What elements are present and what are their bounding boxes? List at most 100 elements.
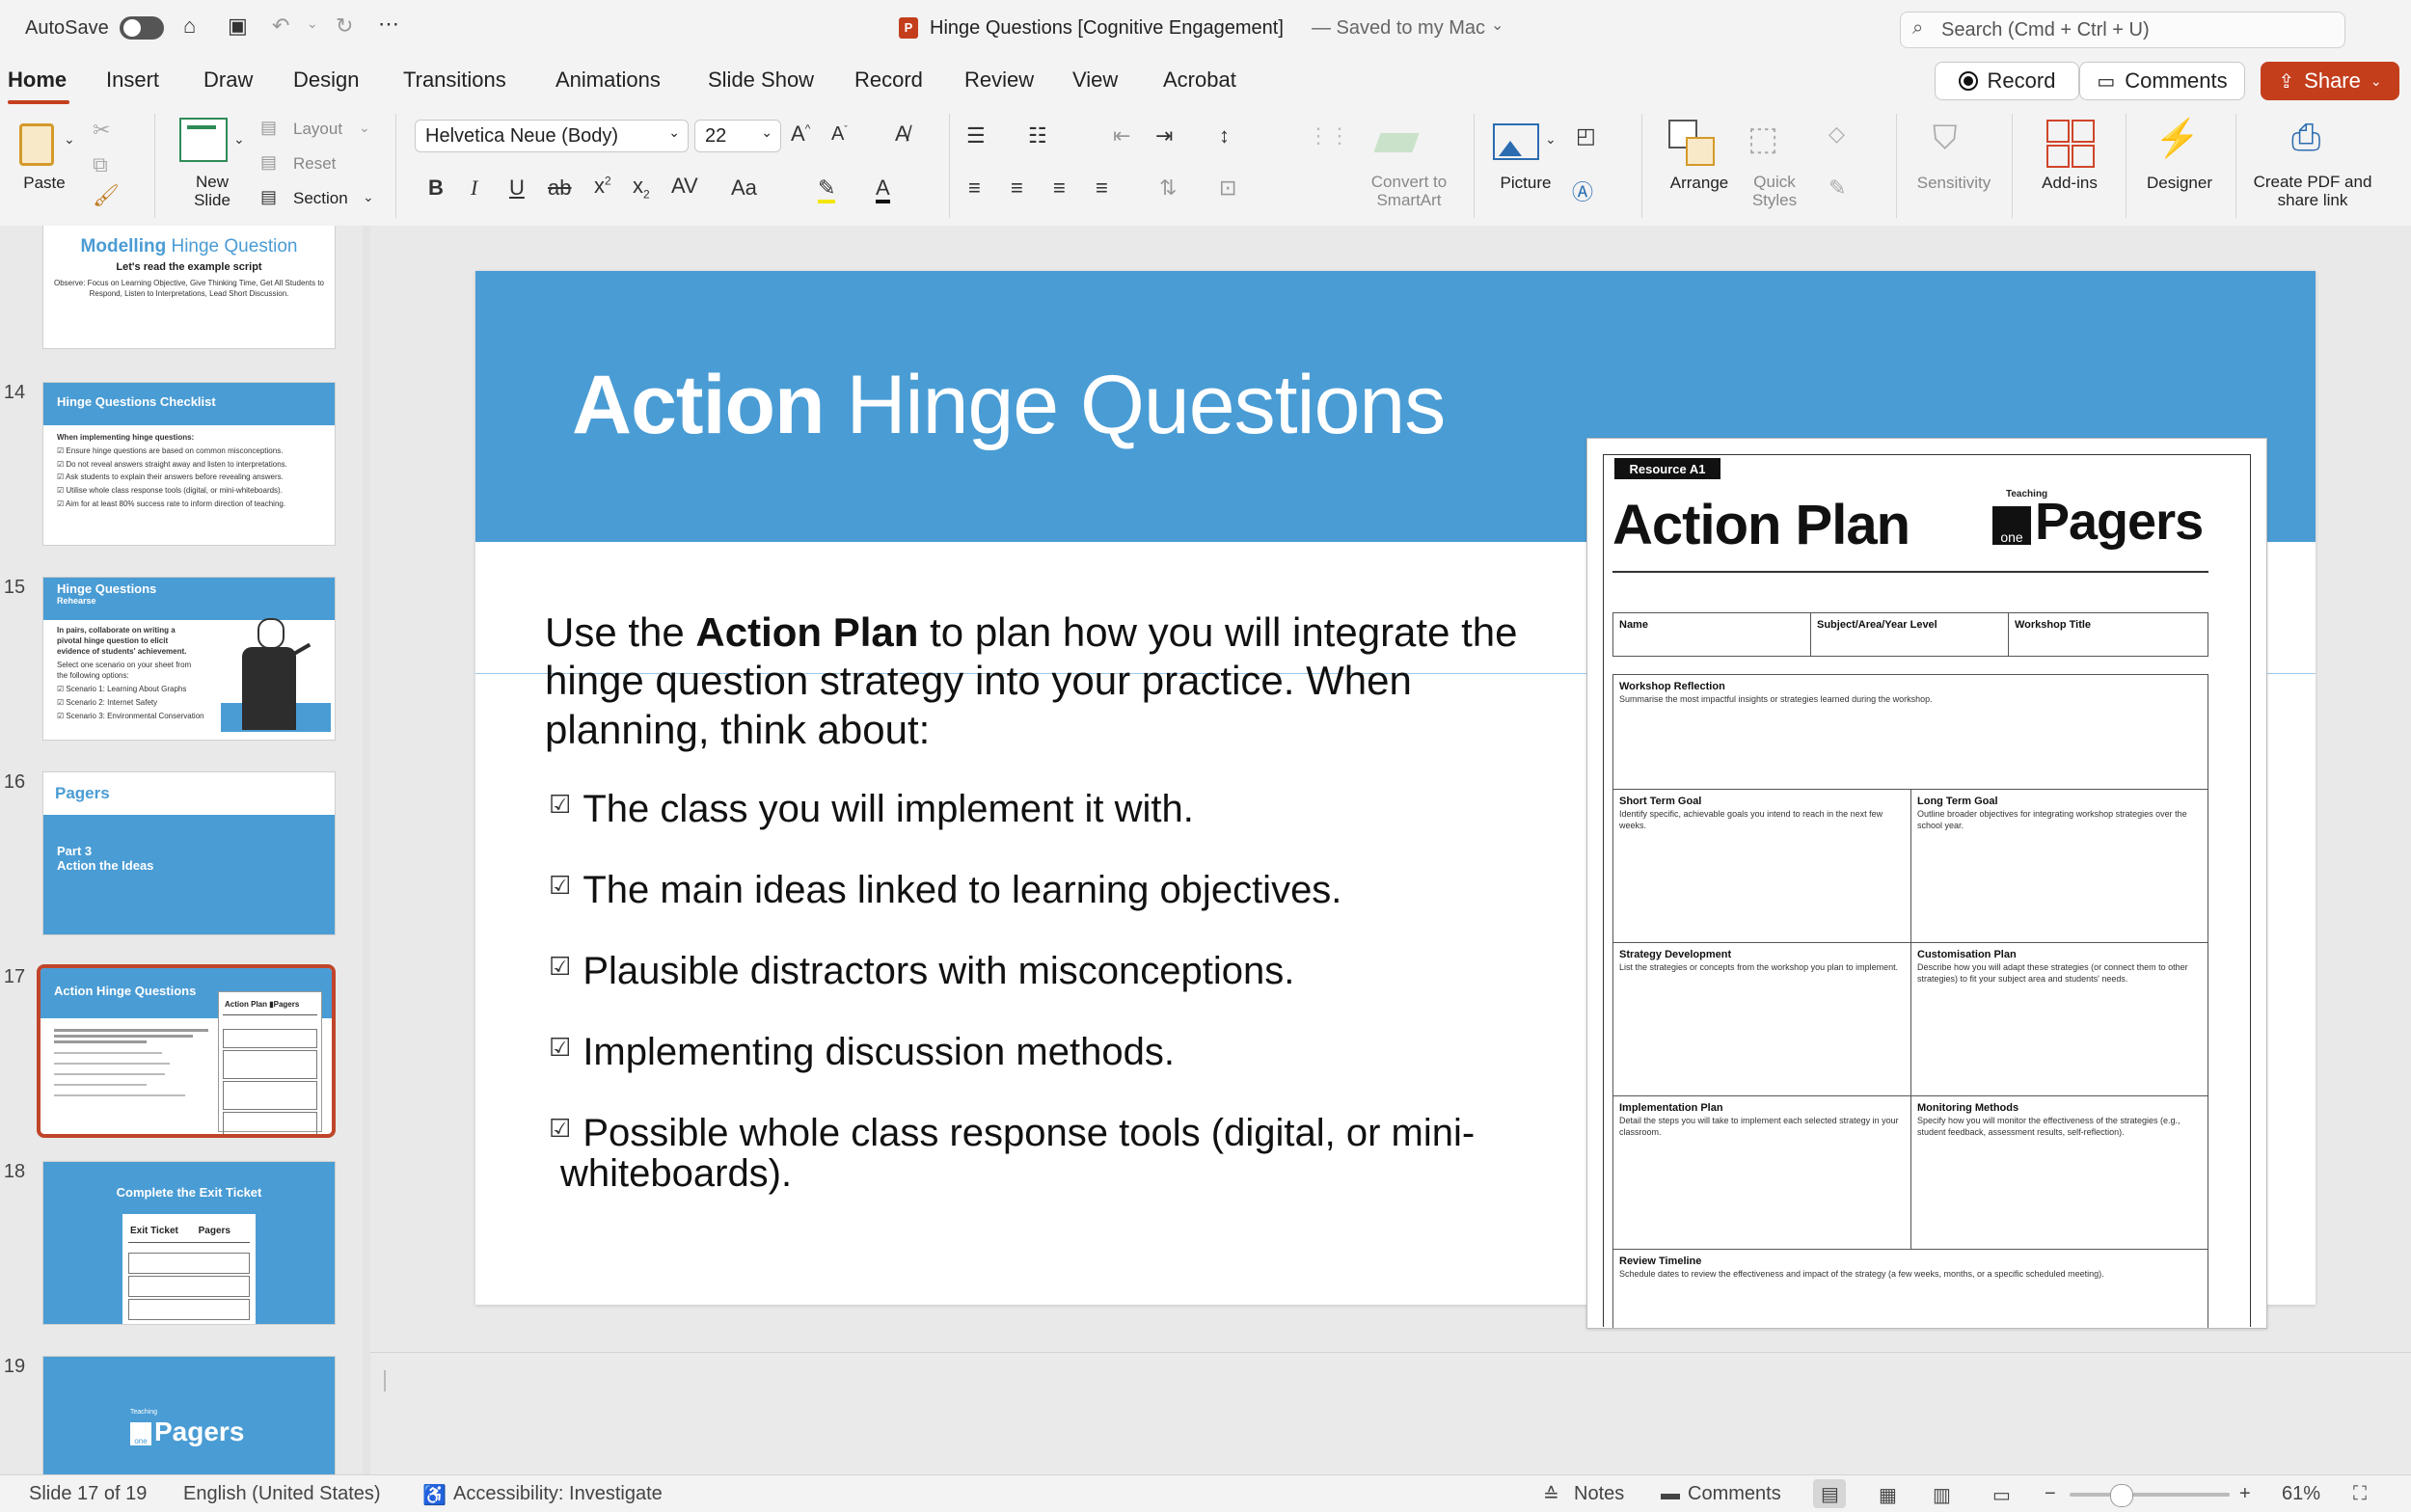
tab-record[interactable]: Record	[854, 68, 923, 93]
picture-icon[interactable]	[1493, 123, 1539, 160]
autosave-toggle[interactable]	[120, 16, 164, 40]
addins-icon[interactable]	[2046, 120, 2095, 168]
tab-draw[interactable]: Draw	[203, 68, 253, 93]
addins-label[interactable]: Add-ins	[2029, 174, 2110, 193]
comments-button[interactable]: ▭ Comments	[2079, 62, 2245, 100]
highlight-icon[interactable]: ✎	[818, 176, 836, 203]
decrease-indent-icon[interactable]: ⇤	[1113, 123, 1130, 148]
shape-outline-icon[interactable]: ✎	[1829, 176, 1846, 201]
slide-thumbnail-19[interactable]: one Pagers Teaching	[42, 1356, 336, 1474]
align-left-icon[interactable]: ≡	[968, 176, 981, 201]
format-painter-icon[interactable]: 🖌	[93, 183, 120, 208]
slide-bullet[interactable]: ☑ The main ideas linked to learning objec…	[549, 869, 1341, 912]
section-icon[interactable]: ▤	[260, 187, 277, 207]
quick-styles-icon[interactable]: ⬚	[1747, 120, 1778, 158]
title-dropdown-icon[interactable]: ⌄	[1491, 15, 1503, 35]
slide-thumbnail-17[interactable]: Action Hinge Questions Action Plan ▮Page…	[37, 964, 336, 1138]
slide-thumbnail-14[interactable]: Hinge Questions Checklist When implement…	[42, 382, 336, 546]
zoom-level[interactable]: 61%	[2282, 1483, 2320, 1505]
designer-icon[interactable]: ⚡	[2154, 118, 2200, 160]
strikethrough-icon[interactable]: ab	[548, 176, 571, 201]
fit-to-window-icon[interactable]: ⛶	[2353, 1483, 2367, 1505]
columns-icon[interactable]: ⋮⋮	[1308, 123, 1350, 148]
accessibility-status[interactable]: Accessibility: Investigate	[453, 1483, 663, 1505]
tab-acrobat[interactable]: Acrobat	[1163, 68, 1236, 93]
action-plan-image[interactable]: Resource A1 Action Plan Teaching one Pag…	[1586, 438, 2267, 1329]
slide-bullet[interactable]: ☑ Plausible distractors with misconceptio…	[549, 950, 1294, 993]
reset-label[interactable]: Reset	[293, 154, 336, 174]
picture-label[interactable]: Picture	[1489, 174, 1562, 193]
section-label[interactable]: Section	[293, 189, 348, 208]
reset-icon[interactable]: ▤	[260, 152, 277, 173]
quick-styles-label[interactable]: Quick Styles	[1736, 173, 1813, 209]
create-pdf-label[interactable]: Create PDF and share link	[2247, 173, 2378, 209]
slide-bullet[interactable]: ☑ Possible whole class response tools (di…	[549, 1112, 1475, 1155]
line-spacing-icon[interactable]: ↕	[1219, 123, 1230, 148]
share-button[interactable]: ⇪ Share ⌄	[2261, 62, 2399, 100]
search-box[interactable]: ⌕ Search (Cmd + Ctrl + U)	[1900, 12, 2345, 48]
arrange-label[interactable]: Arrange	[1661, 174, 1738, 193]
shapes-icon[interactable]: ◰	[1576, 123, 1596, 148]
clear-formatting-icon[interactable]: A̸	[895, 122, 909, 147]
paste-button[interactable]	[14, 118, 60, 172]
picture-dropdown-icon[interactable]: ⌄	[1545, 131, 1557, 148]
comments-icon[interactable]: ▬	[1661, 1483, 1680, 1505]
font-color-icon[interactable]: A	[876, 176, 890, 203]
bold-icon[interactable]: B	[428, 176, 444, 201]
justify-icon[interactable]: ≡	[1096, 176, 1108, 201]
subscript-icon[interactable]: x2	[633, 174, 650, 201]
tab-animations[interactable]: Animations	[555, 68, 661, 93]
zoom-out-icon[interactable]: −	[2045, 1483, 2056, 1505]
change-case-icon[interactable]: Aa	[731, 176, 757, 201]
paste-dropdown-icon[interactable]: ⌄	[64, 131, 75, 148]
tab-insert[interactable]: Insert	[106, 68, 159, 93]
tab-transitions[interactable]: Transitions	[403, 68, 506, 93]
tab-design[interactable]: Design	[293, 68, 359, 93]
notes-pane[interactable]	[370, 1352, 2411, 1475]
align-text-icon[interactable]: ⊡	[1219, 176, 1236, 201]
tab-home[interactable]: Home	[8, 68, 67, 93]
tab-review[interactable]: Review	[964, 68, 1034, 93]
underline-icon[interactable]: U	[509, 176, 525, 201]
increase-indent-icon[interactable]: ⇥	[1155, 123, 1173, 148]
save-icon[interactable]: ▣	[228, 14, 248, 39]
slide-thumbnail-16[interactable]: Pagers Part 3 Action the Ideas	[42, 771, 336, 935]
zoom-in-icon[interactable]: +	[2239, 1483, 2251, 1505]
cut-icon[interactable]: ✂	[93, 118, 110, 143]
notes-button[interactable]: Notes	[1574, 1483, 1624, 1505]
layout-label[interactable]: Layout	[293, 120, 342, 139]
new-slide-dropdown-icon[interactable]: ⌄	[233, 131, 245, 148]
bullets-icon[interactable]: ☰	[966, 123, 986, 148]
slide-thumbnail-panel[interactable]: Modelling Hinge Question Let's read the …	[0, 226, 370, 1474]
language[interactable]: English (United States)	[183, 1483, 381, 1505]
text-direction-icon[interactable]: ⇅	[1159, 176, 1177, 201]
font-name-select[interactable]: Helvetica Neue (Body) ⌄	[415, 120, 689, 152]
normal-view-icon[interactable]: ▤	[1813, 1479, 1846, 1508]
document-title[interactable]: Hinge Questions [Cognitive Engagement]	[930, 17, 1284, 40]
slide-bullet[interactable]: ☑ Implementing discussion methods.	[549, 1031, 1175, 1074]
slide-intro-text[interactable]: Use the Action Plan to plan how you will…	[545, 608, 1529, 754]
superscript-icon[interactable]: x2	[594, 174, 611, 199]
zoom-slider-thumb[interactable]	[2110, 1484, 2133, 1507]
shape-fill-icon[interactable]: ◇	[1829, 122, 1845, 147]
section-dropdown-icon[interactable]: ⌄	[363, 189, 374, 205]
designer-label[interactable]: Designer	[2131, 174, 2228, 193]
grow-font-icon[interactable]: A^	[791, 122, 810, 147]
slide-title[interactable]: Action Hinge Questions	[572, 358, 1446, 453]
new-slide-label[interactable]: New Slide	[179, 173, 245, 209]
new-slide-icon[interactable]	[179, 118, 228, 162]
layout-dropdown-icon[interactable]: ⌄	[359, 120, 370, 136]
shrink-font-icon[interactable]: Aˇ	[831, 123, 848, 146]
numbering-icon[interactable]: ☷	[1028, 123, 1047, 148]
text-box-icon[interactable]: Ⓐ	[1572, 176, 1593, 206]
italic-icon[interactable]: I	[471, 176, 477, 201]
thumbnail-panel-scrollbar[interactable]	[363, 226, 370, 1474]
align-right-icon[interactable]: ≡	[1053, 176, 1066, 201]
align-center-icon[interactable]: ≡	[1011, 176, 1023, 201]
undo-dropdown-icon[interactable]: ⌄	[307, 15, 318, 32]
comments-status-button[interactable]: Comments	[1688, 1483, 1781, 1505]
redo-icon[interactable]: ↻	[336, 14, 353, 39]
copy-icon[interactable]: ⧉	[93, 152, 108, 177]
layout-icon[interactable]: ▤	[260, 118, 277, 138]
slide-sorter-icon[interactable]: ▦	[1879, 1483, 1897, 1507]
